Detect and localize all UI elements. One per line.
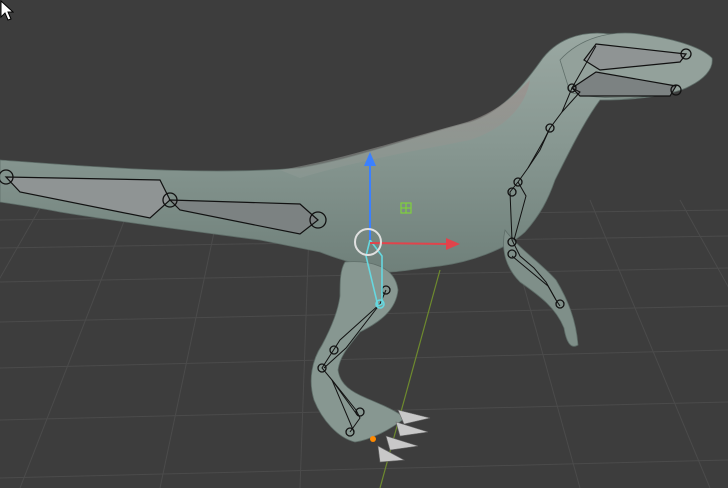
object-origin (370, 436, 376, 442)
mouse-pointer-icon (0, 0, 14, 21)
3d-viewport[interactable] (0, 0, 728, 488)
viewport-scene[interactable] (0, 0, 728, 488)
